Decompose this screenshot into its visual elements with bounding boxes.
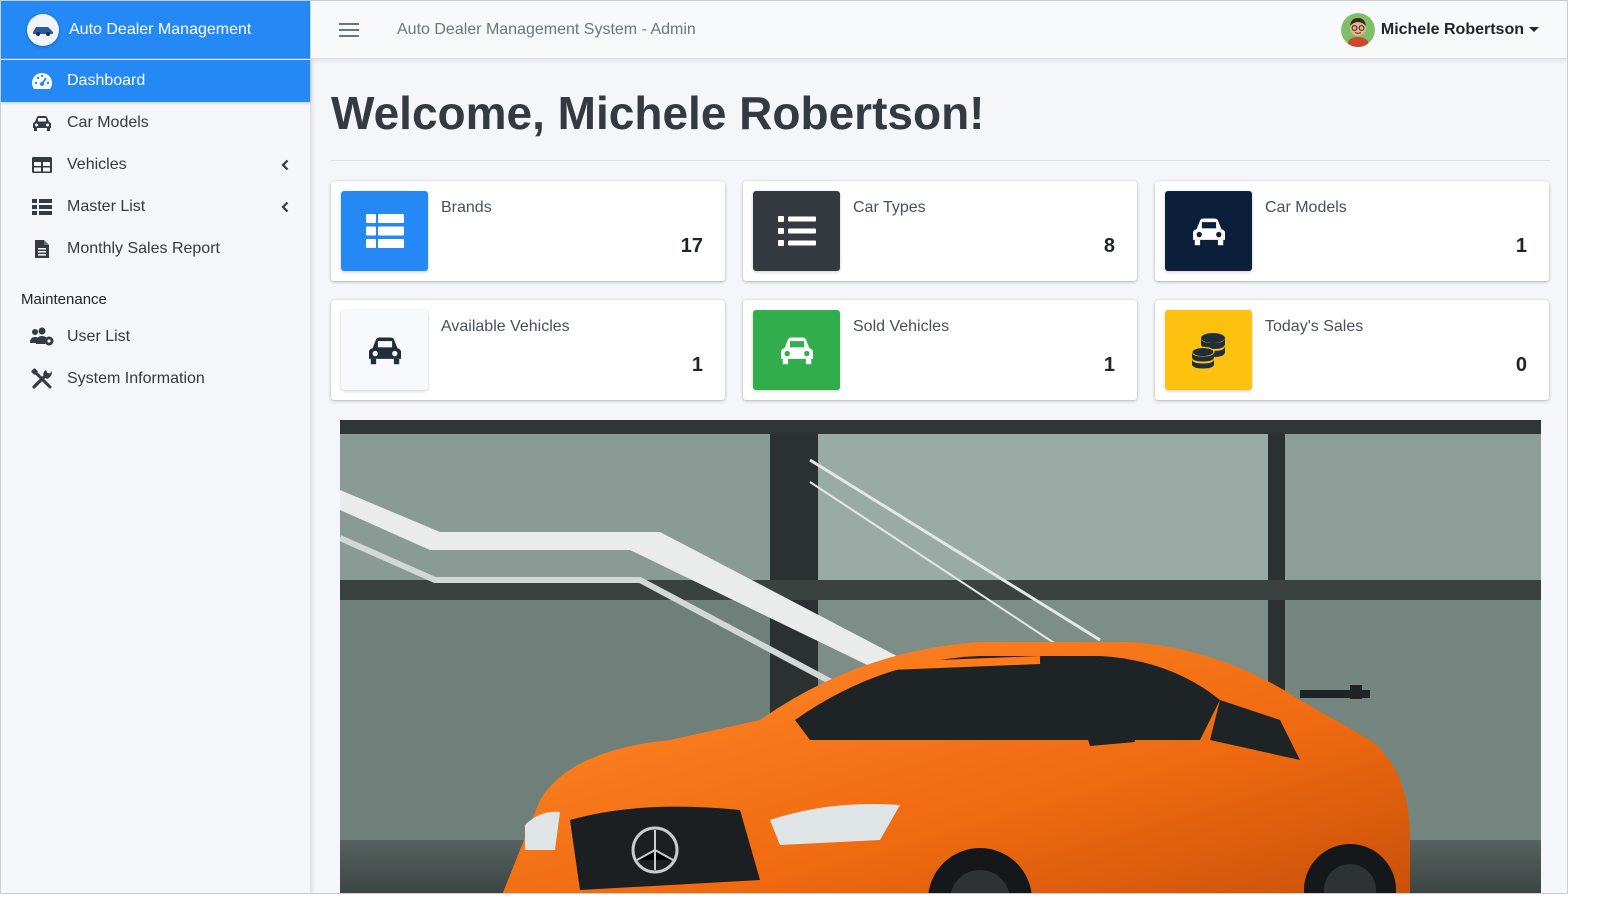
sidebar-item-car-models[interactable]: Car Models xyxy=(1,102,310,144)
info-box-brands[interactable]: Brands 17 xyxy=(331,181,725,281)
user-dropdown[interactable]: Michele Robertson xyxy=(1340,12,1539,47)
info-box-value: 0 xyxy=(1515,354,1527,376)
table-icon xyxy=(29,154,55,176)
hamburger-menu-icon[interactable] xyxy=(339,22,359,37)
user-name: Michele Robertson xyxy=(1380,20,1524,38)
sidebar: Auto Dealer Management Dashboard Car Mod… xyxy=(1,1,311,893)
sidebar-item-system-information[interactable]: System Information xyxy=(1,358,310,400)
info-box-grid: Brands 17 Car Types 8 Car Models 1 Avail… xyxy=(331,181,1550,400)
users-cog-icon xyxy=(29,326,55,348)
info-box-label: Sold Vehicles xyxy=(853,318,950,335)
sidebar-nav: Dashboard Car Models Vehicles Master Lis… xyxy=(1,60,310,400)
car-icon xyxy=(29,112,55,134)
avatar xyxy=(1340,12,1375,47)
tools-icon xyxy=(29,368,55,390)
sidebar-section-header: Maintenance xyxy=(21,290,107,308)
sidebar-item-label: System Information xyxy=(67,370,205,387)
tachometer-icon xyxy=(29,70,55,92)
sidebar-item-monthly-sales-report[interactable]: Monthly Sales Report xyxy=(1,228,310,270)
sidebar-item-label: Monthly Sales Report xyxy=(67,240,220,257)
info-box-value: 1 xyxy=(691,354,703,376)
info-box-label: Today's Sales xyxy=(1265,318,1364,335)
file-icon xyxy=(29,238,55,260)
brand-link[interactable]: Auto Dealer Management xyxy=(1,1,310,59)
info-box-value: 1 xyxy=(1515,235,1527,257)
car-logo-icon xyxy=(27,13,59,46)
th-list-icon xyxy=(341,191,428,271)
chevron-left-icon[interactable] xyxy=(278,201,292,213)
info-box-label: Car Types xyxy=(853,199,926,216)
sidebar-item-master-list[interactable]: Master List xyxy=(1,186,310,228)
info-box-value: 17 xyxy=(680,235,703,257)
top-navbar: Auto Dealer Management System - Admin Mi… xyxy=(311,1,1567,59)
info-box-value: 8 xyxy=(1103,235,1115,257)
caret-down-icon xyxy=(1529,27,1539,32)
list-icon xyxy=(29,196,55,218)
info-box-available-vehicles[interactable]: Available Vehicles 1 xyxy=(331,300,725,400)
info-box-sold-vehicles[interactable]: Sold Vehicles 1 xyxy=(743,300,1137,400)
list-icon xyxy=(753,191,840,271)
app-window: Auto Dealer Management Dashboard Car Mod… xyxy=(0,0,1568,894)
sidebar-item-label: Vehicles xyxy=(67,156,127,173)
sidebar-item-label: Dashboard xyxy=(67,72,146,89)
car-icon xyxy=(1165,191,1252,271)
sidebar-item-label: Car Models xyxy=(67,114,149,131)
info-box-label: Car Models xyxy=(1265,199,1347,216)
info-box-todays-sales[interactable]: Today's Sales 0 xyxy=(1155,300,1549,400)
sidebar-item-label: Master List xyxy=(67,198,146,215)
sidebar-item-user-list[interactable]: User List xyxy=(1,316,310,358)
sidebar-item-vehicles[interactable]: Vehicles xyxy=(1,144,310,186)
page-title: Welcome, Michele Robertson! xyxy=(331,87,985,139)
chevron-left-icon[interactable] xyxy=(278,159,292,171)
dashboard-banner-image xyxy=(340,420,1541,893)
car-icon xyxy=(341,310,428,390)
coins-icon xyxy=(1165,310,1252,390)
info-box-car-models[interactable]: Car Models 1 xyxy=(1155,181,1549,281)
info-box-label: Brands xyxy=(441,199,492,216)
car-icon xyxy=(753,310,840,390)
system-title: Auto Dealer Management System - Admin xyxy=(397,20,696,38)
main-content: Welcome, Michele Robertson! Brands 17 Ca… xyxy=(331,59,1550,893)
divider xyxy=(331,160,1550,161)
info-box-label: Available Vehicles xyxy=(441,318,570,335)
info-box-car-types[interactable]: Car Types 8 xyxy=(743,181,1137,281)
sidebar-item-label: User List xyxy=(67,328,131,345)
info-box-value: 1 xyxy=(1103,354,1115,376)
sidebar-item-dashboard[interactable]: Dashboard xyxy=(1,60,310,102)
brand-name: Auto Dealer Management xyxy=(69,20,252,38)
